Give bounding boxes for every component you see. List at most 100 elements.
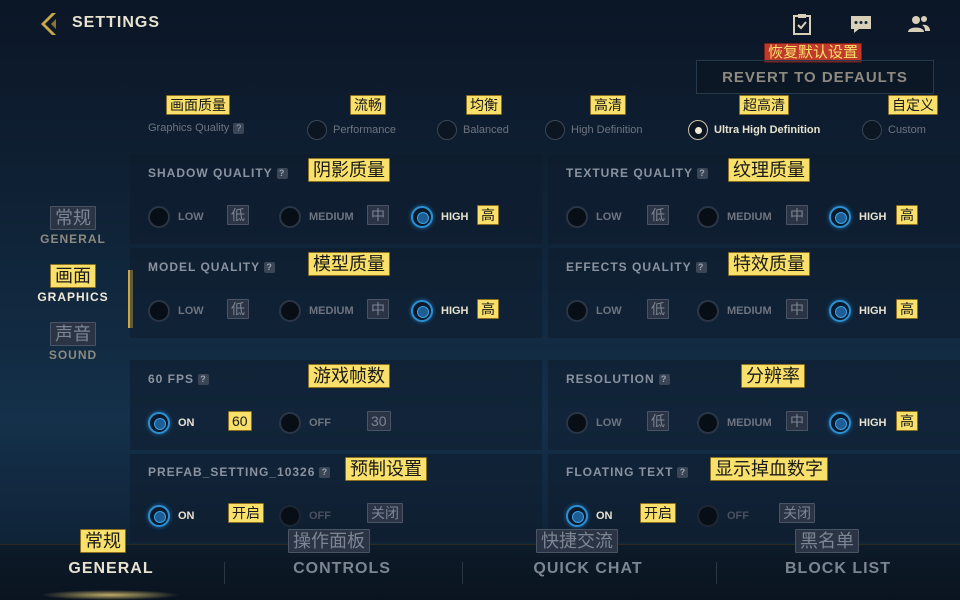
- preset-label: Ultra High Definition: [714, 124, 821, 136]
- texture-quality-annotation: 纹理质量: [728, 158, 810, 182]
- page-title: SETTINGS: [72, 14, 161, 31]
- option-label: MEDIUM: [309, 211, 354, 223]
- radio-icon: [829, 206, 851, 228]
- help-icon[interactable]: ?: [233, 122, 245, 134]
- back-arrow-icon: [41, 13, 56, 35]
- radio-icon: [862, 120, 882, 140]
- resolution-high-option[interactable]: HIGH: [829, 412, 887, 434]
- option-label: MEDIUM: [309, 305, 354, 317]
- radio-icon: [307, 120, 327, 140]
- texture-high-option[interactable]: HIGH: [829, 206, 887, 228]
- shadow-quality-annotation: 阴影质量: [308, 158, 390, 182]
- option-annotation: 低: [227, 299, 249, 319]
- fps-off-option[interactable]: OFF: [279, 412, 331, 434]
- option-annotation: 中: [367, 299, 389, 319]
- fps-annotation: 游戏帧数: [308, 364, 390, 388]
- tab-controls[interactable]: CONTROLS: [278, 560, 406, 578]
- graphics-quality-text: Graphics Quality: [148, 122, 230, 134]
- preset-custom[interactable]: Custom: [862, 120, 926, 140]
- help-icon[interactable]: ?: [264, 262, 276, 274]
- leftnav-graphics[interactable]: 画面 GRAPHICS: [30, 264, 116, 304]
- tab-divider: [462, 562, 463, 584]
- tab-general[interactable]: GENERAL: [56, 560, 166, 578]
- tab-divider: [224, 562, 225, 584]
- missions-button[interactable]: [790, 12, 814, 36]
- shadow-medium-option[interactable]: MEDIUM: [279, 206, 354, 228]
- shadow-high-option[interactable]: HIGH: [411, 206, 469, 228]
- radio-icon: [566, 206, 588, 228]
- section-title-text: PREFAB_SETTING_10326: [148, 465, 316, 479]
- fps-on-option[interactable]: ON: [148, 412, 195, 434]
- texture-medium-option[interactable]: MEDIUM: [697, 206, 772, 228]
- option-label: LOW: [178, 305, 204, 317]
- model-quality-annotation: 模型质量: [308, 252, 390, 276]
- friends-button[interactable]: [907, 12, 931, 36]
- option-annotation: 高: [896, 205, 918, 225]
- leftnav-label: GRAPHICS: [37, 290, 109, 304]
- prefab-annotation: 预制设置: [345, 457, 427, 481]
- radio-icon: [697, 412, 719, 434]
- friends-icon: [908, 16, 930, 32]
- preset-performance[interactable]: Performance: [307, 120, 396, 140]
- leftnav-general[interactable]: 常规 GENERAL: [30, 206, 116, 246]
- option-annotation: 30: [367, 411, 391, 431]
- option-annotation: 中: [786, 205, 808, 225]
- leftnav-sound[interactable]: 声音 SOUND: [30, 322, 116, 362]
- help-icon[interactable]: ?: [198, 374, 210, 386]
- model-medium-option[interactable]: MEDIUM: [279, 300, 354, 322]
- resolution-medium-option[interactable]: MEDIUM: [697, 412, 772, 434]
- resolution-title: RESOLUTION?: [566, 372, 670, 386]
- model-high-option[interactable]: HIGH: [411, 300, 469, 322]
- option-annotation: 关闭: [367, 503, 403, 523]
- tab-quick-chat[interactable]: QUICK CHAT: [520, 560, 656, 578]
- help-icon[interactable]: ?: [276, 168, 288, 180]
- radio-icon: [688, 120, 708, 140]
- preset-ultra-high-definition[interactable]: Ultra High Definition: [688, 120, 820, 140]
- back-button[interactable]: [36, 10, 64, 38]
- preset-high-definition[interactable]: High Definition: [545, 120, 643, 140]
- option-annotation: 开启: [228, 503, 264, 523]
- preset-annotation: 自定义: [888, 95, 938, 115]
- effects-quality-annotation: 特效质量: [728, 252, 810, 276]
- section-title-text: 60 FPS: [148, 372, 195, 386]
- tab-block-list[interactable]: BLOCK LIST: [776, 560, 900, 578]
- resolution-low-option[interactable]: LOW: [566, 412, 622, 434]
- texture-low-option[interactable]: LOW: [566, 206, 622, 228]
- option-annotation: 低: [647, 299, 669, 319]
- help-icon[interactable]: ?: [677, 467, 689, 479]
- help-icon[interactable]: ?: [319, 467, 331, 479]
- option-label: ON: [178, 417, 195, 429]
- option-annotation: 开启: [640, 503, 676, 523]
- effects-low-option[interactable]: LOW: [566, 300, 622, 322]
- section-title-text: FLOATING TEXT: [566, 465, 674, 479]
- floating-on-option[interactable]: ON: [566, 505, 613, 527]
- radio-icon: [148, 300, 170, 322]
- prefab-off-option[interactable]: OFF: [279, 505, 331, 527]
- radio-icon: [566, 300, 588, 322]
- effects-medium-option[interactable]: MEDIUM: [697, 300, 772, 322]
- option-label: HIGH: [859, 305, 887, 317]
- preset-annotation: 高清: [590, 95, 626, 115]
- section-title-text: MODEL QUALITY: [148, 260, 261, 274]
- preset-annotation: 均衡: [466, 95, 502, 115]
- prefab-on-option[interactable]: ON: [148, 505, 195, 527]
- leftnav-label: SOUND: [48, 348, 98, 362]
- chat-button[interactable]: [849, 12, 873, 36]
- shadow-low-option[interactable]: LOW: [148, 206, 204, 228]
- option-annotation: 中: [367, 205, 389, 225]
- preset-balanced[interactable]: Balanced: [437, 120, 509, 140]
- help-icon[interactable]: ?: [695, 262, 707, 274]
- floating-off-option[interactable]: OFF: [697, 505, 749, 527]
- option-label: LOW: [596, 305, 622, 317]
- model-low-option[interactable]: LOW: [148, 300, 204, 322]
- option-label: ON: [178, 510, 195, 522]
- radio-icon: [411, 206, 433, 228]
- revert-to-defaults-button[interactable]: REVERT TO DEFAULTS: [696, 60, 934, 94]
- radio-icon: [697, 206, 719, 228]
- help-icon[interactable]: ?: [658, 374, 670, 386]
- effects-high-option[interactable]: HIGH: [829, 300, 887, 322]
- help-icon[interactable]: ?: [697, 168, 709, 180]
- radio-icon: [148, 412, 170, 434]
- radio-icon: [566, 412, 588, 434]
- option-label: HIGH: [441, 211, 469, 223]
